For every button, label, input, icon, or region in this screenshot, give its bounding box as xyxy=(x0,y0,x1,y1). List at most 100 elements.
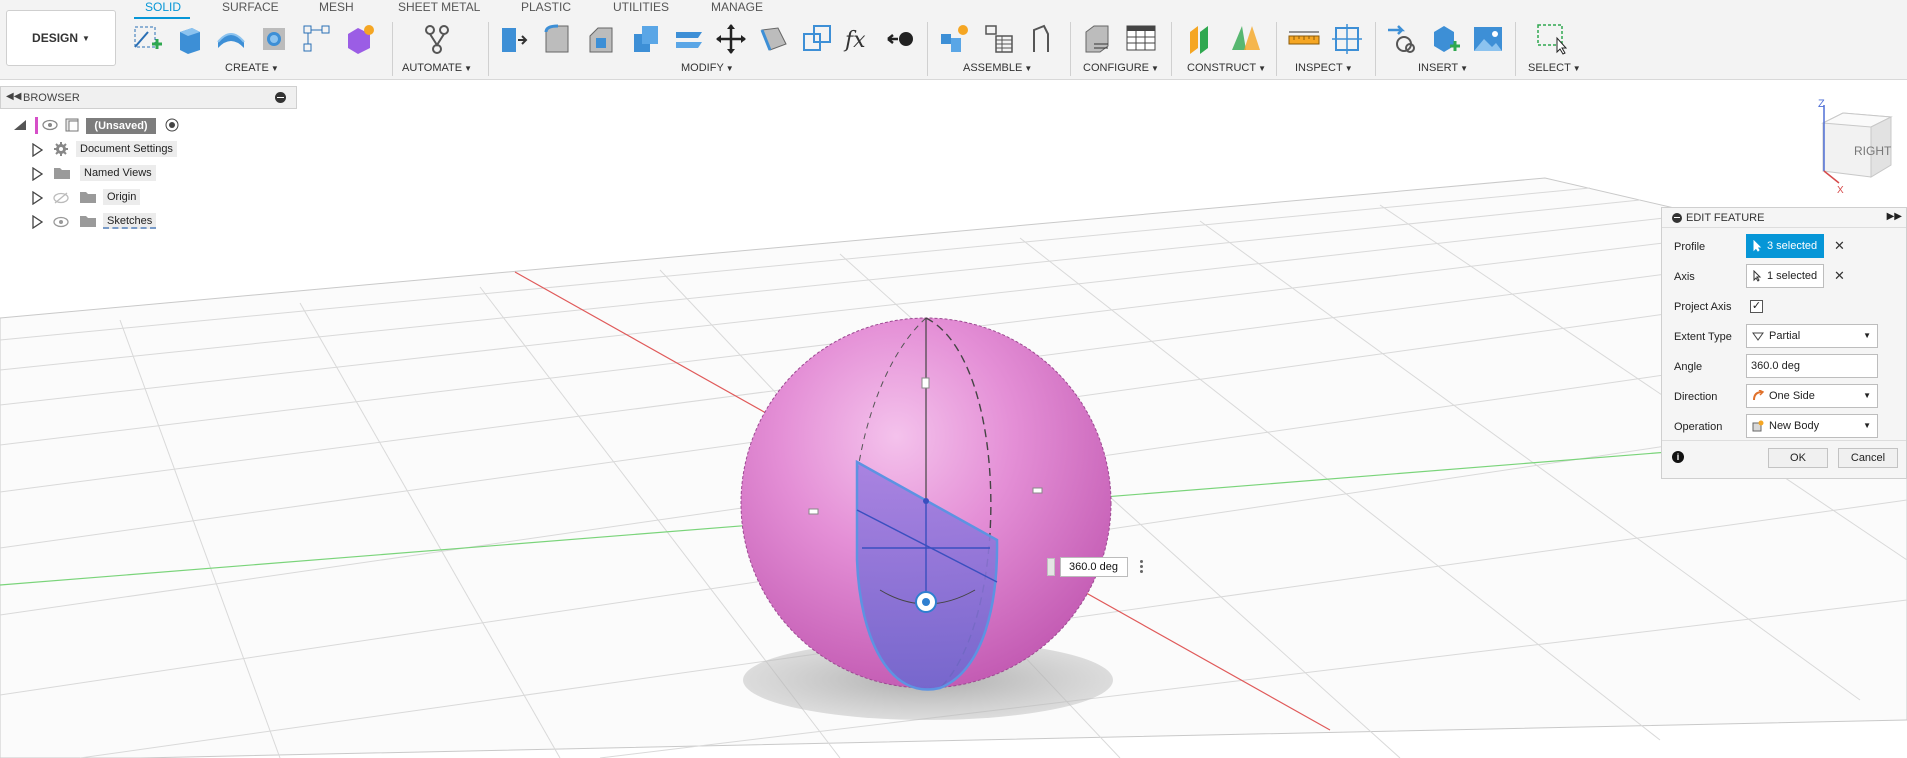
clear-profile-button[interactable]: ✕ xyxy=(1834,238,1845,254)
inspect-menu[interactable]: INSPECT ▼ xyxy=(1295,62,1353,74)
hole-icon[interactable] xyxy=(257,22,291,56)
new-component-icon[interactable] xyxy=(937,22,971,56)
tree-item-document-settings[interactable]: Document Settings xyxy=(76,141,177,157)
toolbar-divider xyxy=(1375,22,1376,76)
extent-type-label: Extent Type xyxy=(1674,331,1732,343)
press-pull-icon[interactable] xyxy=(496,22,530,56)
automate-menu-label: AUTOMATE xyxy=(402,62,463,74)
fillet-icon[interactable] xyxy=(540,22,574,56)
tab-solid[interactable]: SOLID xyxy=(145,0,181,14)
insert-menu[interactable]: INSERT ▼ xyxy=(1418,62,1468,74)
tab-mesh[interactable]: MESH xyxy=(319,0,354,14)
expand-arrow-icon[interactable] xyxy=(31,167,43,181)
angle-input-grip[interactable] xyxy=(1047,558,1055,576)
chamfer-icon[interactable] xyxy=(584,22,618,56)
automate-icon[interactable] xyxy=(420,22,454,56)
create-sketch-icon[interactable] xyxy=(130,22,164,56)
parameters-fx-icon[interactable]: fx xyxy=(842,22,876,56)
design-workspace-button[interactable]: DESIGN ▼ xyxy=(6,10,116,66)
root-component-label[interactable]: (Unsaved) xyxy=(86,118,156,134)
collapse-dialog-icon[interactable] xyxy=(1672,213,1682,223)
eye-hidden-icon[interactable] xyxy=(53,191,69,205)
chevron-down-icon: ▼ xyxy=(270,64,279,73)
expand-arrow-icon[interactable] xyxy=(31,191,43,205)
inspect-menu-label: INSPECT xyxy=(1295,62,1343,74)
configure-menu-label: CONFIGURE xyxy=(1083,62,1149,74)
angle-field[interactable]: 360.0 deg xyxy=(1746,354,1878,378)
tab-surface[interactable]: SURFACE xyxy=(222,0,279,14)
as-built-joint-icon[interactable] xyxy=(1024,22,1058,56)
section-analysis-icon[interactable] xyxy=(1330,22,1364,56)
tree-item-origin[interactable]: Origin xyxy=(103,189,141,205)
expand-dialog-icon[interactable]: ▶▶ xyxy=(1887,211,1902,222)
joint-icon[interactable] xyxy=(982,22,1016,56)
direction-dropdown[interactable]: One Side ▼ xyxy=(1746,384,1878,408)
construct-menu[interactable]: CONSTRUCT ▼ xyxy=(1187,62,1266,74)
angle-input-field[interactable]: 360.0 deg xyxy=(1060,557,1128,577)
operation-label: Operation xyxy=(1674,421,1723,433)
insert-derive-icon[interactable] xyxy=(1384,22,1418,56)
tab-manage[interactable]: MANAGE xyxy=(711,0,763,14)
toolbar: DESIGN ▼ SOLID SURFACE MESH SHEET METAL … xyxy=(0,0,1907,80)
expand-arrow-icon[interactable] xyxy=(31,215,43,229)
tab-sheet-metal[interactable]: SHEET METAL xyxy=(398,0,480,14)
form-icon[interactable] xyxy=(342,22,376,56)
operation-value: New Body xyxy=(1769,420,1820,432)
eye-icon[interactable] xyxy=(42,118,58,132)
direction-value: One Side xyxy=(1769,390,1815,402)
scale-icon[interactable] xyxy=(800,22,834,56)
measure-icon[interactable] xyxy=(1287,22,1321,56)
info-icon[interactable]: i xyxy=(1672,451,1684,463)
chevron-down-icon: ▼ xyxy=(1863,421,1871,430)
tab-plastic[interactable]: PLASTIC xyxy=(521,0,571,14)
expand-arrow-icon[interactable] xyxy=(31,143,43,157)
revolve-icon[interactable] xyxy=(214,22,248,56)
collapse-panel-icon[interactable]: ◀◀ xyxy=(6,91,21,102)
select-window-icon[interactable] xyxy=(1535,22,1569,56)
split-body-icon[interactable] xyxy=(672,22,706,56)
configuration-table-icon[interactable] xyxy=(1124,22,1158,56)
automate-menu[interactable]: AUTOMATE ▼ xyxy=(402,62,472,74)
angle-label: Angle xyxy=(1674,361,1703,373)
axis-selection-button[interactable]: 1 selected xyxy=(1746,264,1824,288)
select-menu[interactable]: SELECT ▼ xyxy=(1528,62,1581,74)
eye-icon[interactable] xyxy=(53,215,69,229)
insert-component-icon[interactable] xyxy=(1428,22,1462,56)
profile-selection-button[interactable]: 3 selected xyxy=(1746,234,1824,258)
cancel-button[interactable]: Cancel xyxy=(1838,448,1898,468)
clear-axis-button[interactable]: ✕ xyxy=(1834,268,1845,284)
pattern-icon[interactable] xyxy=(300,22,334,56)
assemble-menu[interactable]: ASSEMBLE ▼ xyxy=(963,62,1032,74)
browser-title: BROWSER xyxy=(23,92,80,104)
viewport-canvas[interactable] xyxy=(0,0,1907,758)
minimize-panel-icon[interactable] xyxy=(275,92,286,103)
align-icon[interactable] xyxy=(756,22,790,56)
offset-plane-icon[interactable] xyxy=(1184,22,1218,56)
ok-button[interactable]: OK xyxy=(1768,448,1828,468)
modify-menu[interactable]: MODIFY ▼ xyxy=(681,62,734,74)
tree-item-named-views[interactable]: Named Views xyxy=(80,165,156,181)
toolbar-divider xyxy=(1171,22,1172,76)
chevron-down-icon: ▼ xyxy=(1344,64,1353,73)
tree-item-sketches[interactable]: Sketches xyxy=(103,213,157,229)
create-menu[interactable]: CREATE ▼ xyxy=(225,62,279,74)
more-options-icon[interactable] xyxy=(1140,560,1144,574)
collapse-root-icon[interactable] xyxy=(12,118,28,132)
configure-menu[interactable]: CONFIGURE ▼ xyxy=(1083,62,1159,74)
viewcube-face-label[interactable]: RIGHT xyxy=(1854,144,1892,158)
plane-at-angle-icon[interactable] xyxy=(1228,22,1262,56)
tab-utilities[interactable]: UTILITIES xyxy=(613,0,669,14)
extrude-icon[interactable] xyxy=(172,22,206,56)
folder-icon xyxy=(80,192,96,203)
move-copy-icon[interactable] xyxy=(714,22,748,56)
activate-radio-icon[interactable] xyxy=(165,118,179,132)
compute-all-icon[interactable] xyxy=(884,22,918,56)
project-axis-checkbox[interactable]: ✓ xyxy=(1750,300,1763,313)
profile-label: Profile xyxy=(1674,241,1706,253)
configure-icon[interactable] xyxy=(1080,22,1114,56)
shell-icon[interactable] xyxy=(628,22,662,56)
extent-type-dropdown[interactable]: Partial ▼ xyxy=(1746,324,1878,348)
operation-dropdown[interactable]: New Body ▼ xyxy=(1746,414,1878,438)
viewcube[interactable]: RIGHT Z X xyxy=(1805,95,1907,195)
insert-canvas-icon[interactable] xyxy=(1471,22,1505,56)
